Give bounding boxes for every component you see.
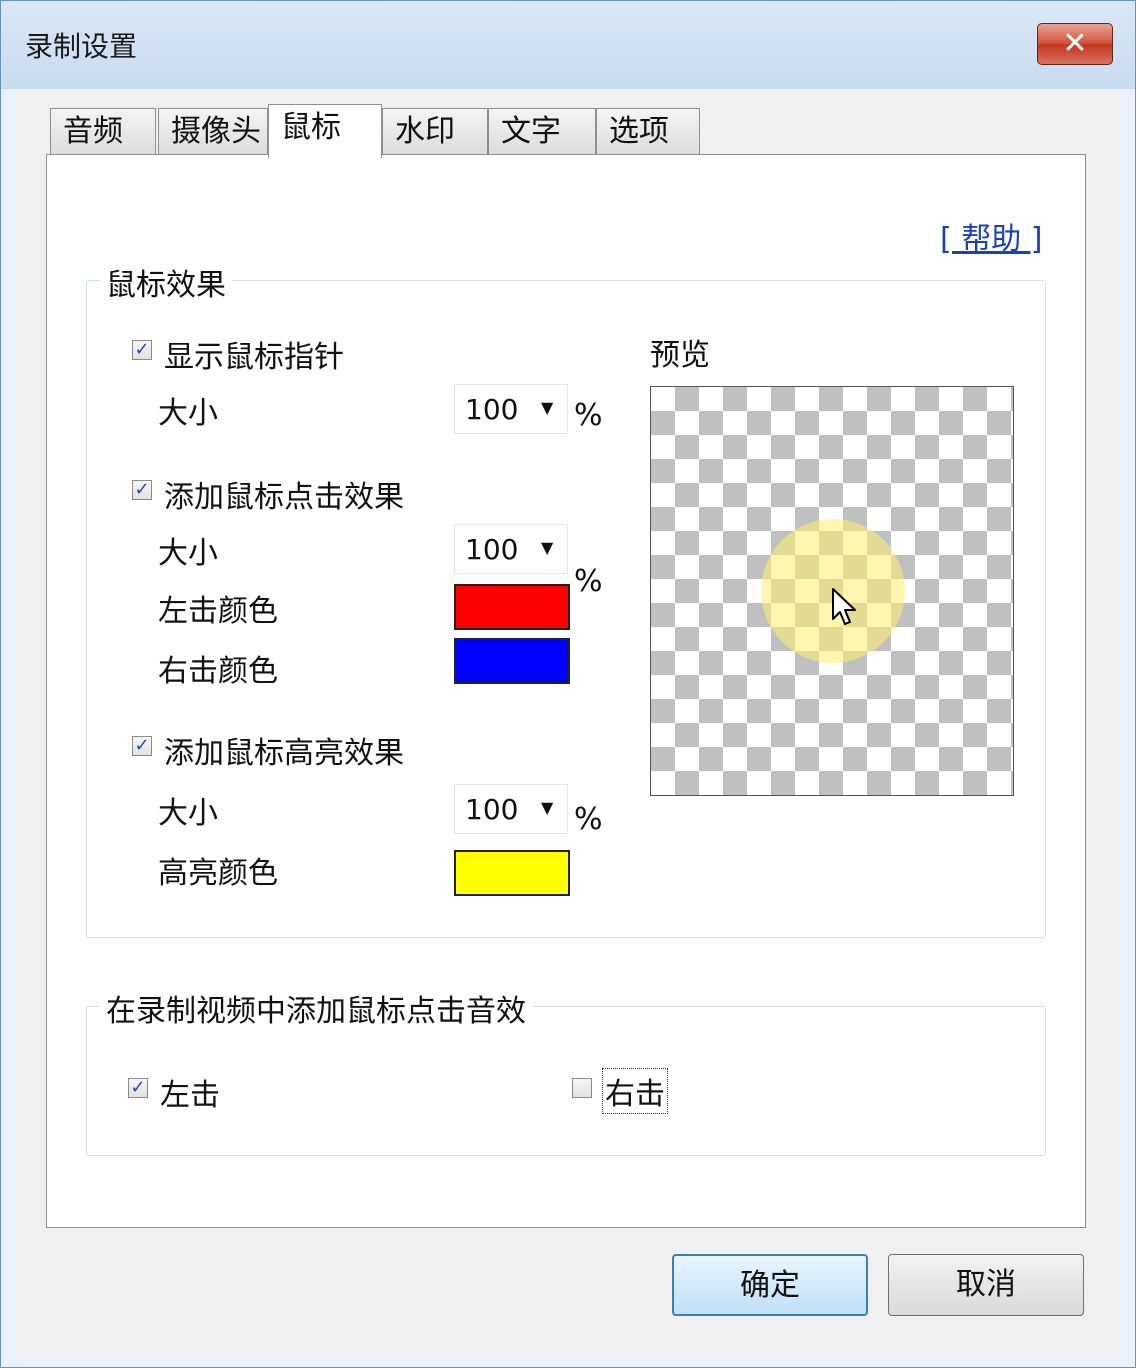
highlight-color-swatch[interactable] (454, 850, 570, 896)
check-icon: ✓ (134, 735, 150, 756)
tab-watermark[interactable]: 水印 (382, 108, 488, 154)
highlight-size-label: 大小 (158, 796, 218, 831)
right-click-sound-checkbox[interactable] (572, 1078, 592, 1098)
tab-text[interactable]: 文字 (488, 108, 596, 154)
click-sound-group-title: 在录制视频中添加鼠标点击音效 (100, 986, 532, 1030)
show-pointer-checkbox[interactable]: ✓ (132, 340, 152, 360)
tab-options[interactable]: 选项 (596, 108, 700, 154)
click-effect-label: 添加鼠标点击效果 (164, 480, 404, 515)
check-icon: ✓ (134, 339, 150, 360)
highlight-effect-label: 添加鼠标高亮效果 (164, 736, 404, 771)
cancel-button[interactable]: 取消 (888, 1254, 1084, 1316)
pointer-size-unit: % (574, 398, 603, 433)
chevron-down-icon: ▼ (541, 398, 554, 417)
check-icon: ✓ (130, 1077, 146, 1098)
chevron-down-icon: ▼ (541, 538, 554, 557)
left-click-sound-label: 左击 (160, 1078, 220, 1113)
tab-mouse[interactable]: 鼠标 (268, 104, 382, 158)
show-pointer-label: 显示鼠标指针 (164, 340, 344, 375)
highlight-size-unit: % (574, 802, 603, 837)
right-click-color-swatch[interactable] (454, 638, 570, 684)
pointer-size-value: 100 (465, 393, 519, 426)
tab-audio[interactable]: 音频 (50, 108, 156, 154)
click-size-label: 大小 (158, 536, 218, 571)
highlight-effect-checkbox[interactable]: ✓ (132, 736, 152, 756)
title-bar[interactable]: 录制设置 ✕ (1, 1, 1135, 89)
pointer-size-select[interactable]: 100 ▼ (454, 384, 568, 434)
right-click-color-label: 右击颜色 (158, 654, 278, 689)
ok-button[interactable]: 确定 (672, 1254, 868, 1316)
mouse-effects-group-title: 鼠标效果 (100, 260, 232, 304)
click-size-value: 100 (465, 533, 519, 566)
check-icon: ✓ (134, 479, 150, 500)
mouse-cursor-icon (832, 588, 856, 625)
right-click-sound-label: 右击 (602, 1068, 668, 1114)
highlight-size-value: 100 (465, 793, 519, 826)
close-button[interactable]: ✕ (1037, 23, 1113, 65)
help-link[interactable]: [ 帮助 ] (940, 214, 1042, 258)
window-title: 录制设置 (25, 30, 138, 63)
left-click-color-swatch[interactable] (454, 584, 570, 630)
click-size-unit: % (574, 564, 603, 599)
left-click-color-label: 左击颜色 (158, 594, 278, 629)
click-effect-checkbox[interactable]: ✓ (132, 480, 152, 500)
chevron-down-icon: ▼ (541, 798, 554, 817)
tab-camera[interactable]: 摄像头 (158, 108, 268, 154)
preview-area (650, 386, 1014, 796)
preview-label: 预览 (650, 338, 710, 373)
left-click-sound-checkbox[interactable]: ✓ (128, 1078, 148, 1098)
highlight-color-label: 高亮颜色 (158, 856, 278, 891)
highlight-size-select[interactable]: 100 ▼ (454, 784, 568, 834)
close-icon: ✕ (1062, 26, 1088, 61)
pointer-size-label: 大小 (158, 396, 218, 431)
click-size-select[interactable]: 100 ▼ (454, 524, 568, 574)
